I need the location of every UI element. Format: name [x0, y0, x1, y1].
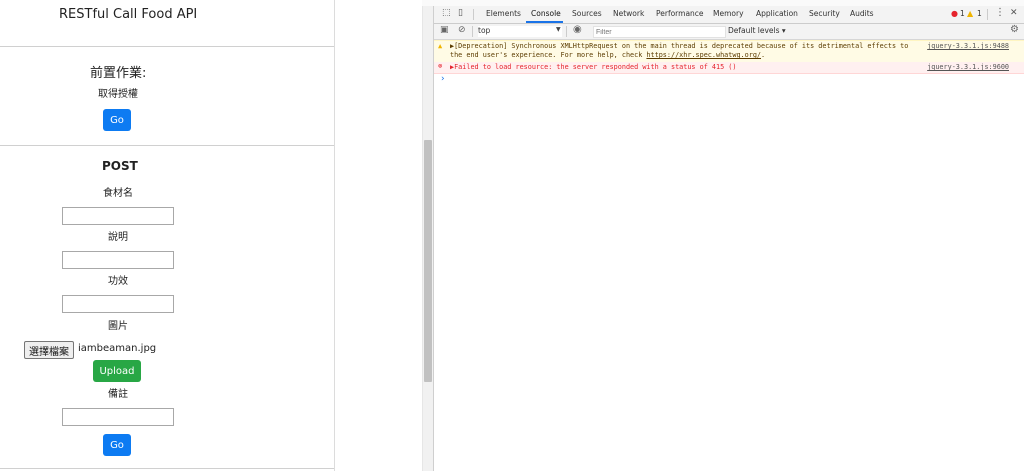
clear-console-icon[interactable]: ⊘ [458, 25, 466, 35]
scrollbar-thumb[interactable] [424, 140, 432, 382]
warning-text-line2: the end user's experience. For more help… [450, 51, 766, 59]
error-source-link[interactable]: jquery-3.3.1.js:9600 [927, 63, 1009, 72]
separator [987, 9, 988, 20]
tab-sources[interactable]: Sources [572, 9, 602, 18]
pre-heading: 前置作業: [90, 66, 147, 81]
choose-file-button[interactable]: 選擇檔案 [24, 341, 74, 359]
devtools-panel: ⬚ ▯ Elements Console Sources Network Per… [433, 6, 1024, 471]
warning-count-icon[interactable]: ▲ [967, 9, 973, 18]
error-text: ▶Failed to load resource: the server res… [450, 63, 737, 71]
separator [566, 26, 567, 37]
auth-go-button[interactable]: Go [103, 109, 131, 131]
close-icon[interactable]: ✕ [1010, 8, 1018, 18]
console-prompt[interactable]: › [440, 74, 445, 84]
log-levels-dropdown[interactable]: Default levels ▾ [728, 26, 786, 35]
tab-application[interactable]: Application [756, 9, 798, 18]
separator [473, 9, 474, 20]
error-icon: ⊗ [438, 62, 443, 70]
tab-performance[interactable]: Performance [656, 9, 704, 18]
settings-gear-icon[interactable]: ⚙ [1010, 24, 1019, 35]
pre-subheading: 取得授權 [98, 89, 138, 100]
warning-text-line1: ▶[Deprecation] Synchronous XMLHttpReques… [450, 42, 909, 50]
description-input[interactable] [62, 251, 174, 269]
context-value: top [478, 26, 491, 35]
more-options-icon[interactable]: ⋮ [995, 7, 1005, 18]
page-title: RESTful Call Food API [59, 7, 198, 22]
warning-help-link[interactable]: https://xhr.spec.whatwg.org/ [646, 51, 761, 59]
error-count: 1 [960, 9, 965, 18]
error-count-icon[interactable]: ● [951, 9, 958, 18]
context-selector[interactable]: top ▼ [478, 26, 562, 37]
remark-label: 備註 [108, 389, 128, 400]
effect-label: 功效 [108, 276, 128, 287]
chevron-down-icon: ▼ [556, 26, 561, 33]
console-toolbar: ▣ ⊘ top ▼ ◉ Default levels ▾ ⚙ [434, 24, 1024, 40]
inspect-element-icon[interactable]: ⬚ [442, 8, 451, 18]
active-tab-indicator [526, 21, 563, 23]
sidebar-toggle-icon[interactable]: ▣ [440, 25, 449, 35]
tab-audits[interactable]: Audits [850, 9, 874, 18]
name-label: 食材名 [103, 188, 133, 199]
file-name: iambeaman.jpg [78, 343, 157, 354]
divider [0, 46, 334, 47]
console-warning-message[interactable]: ▲ ▶[Deprecation] Synchronous XMLHttpRequ… [434, 40, 1024, 63]
remark-input[interactable] [62, 408, 174, 426]
warning-icon: ▲ [438, 42, 443, 50]
tab-memory[interactable]: Memory [713, 9, 744, 18]
tab-network[interactable]: Network [613, 9, 644, 18]
tab-console[interactable]: Console [531, 9, 561, 18]
filter-input[interactable] [593, 26, 726, 38]
warning-count: 1 [977, 9, 982, 18]
divider [0, 145, 334, 146]
warning-source-link[interactable]: jquery-3.3.1.js:9488 [927, 42, 1009, 51]
description-label: 說明 [108, 232, 128, 243]
effect-input[interactable] [62, 295, 174, 313]
post-heading: POST [102, 159, 138, 173]
eye-icon[interactable]: ◉ [573, 24, 582, 35]
device-toolbar-icon[interactable]: ▯ [458, 8, 463, 18]
page-card [0, 0, 335, 471]
web-page: RESTful Call Food API 前置作業: 取得授權 Go POST… [0, 0, 422, 471]
tab-security[interactable]: Security [809, 9, 840, 18]
post-go-button[interactable]: Go [103, 434, 131, 456]
tab-elements[interactable]: Elements [486, 9, 521, 18]
name-input[interactable] [62, 207, 174, 225]
image-label: 圖片 [108, 321, 128, 332]
divider [0, 468, 334, 469]
upload-button[interactable]: Upload [93, 360, 141, 382]
console-error-message[interactable]: ⊗ ▶Failed to load resource: the server r… [434, 62, 1024, 74]
devtools-tab-bar: ⬚ ▯ Elements Console Sources Network Per… [434, 6, 1024, 24]
separator [472, 26, 473, 37]
